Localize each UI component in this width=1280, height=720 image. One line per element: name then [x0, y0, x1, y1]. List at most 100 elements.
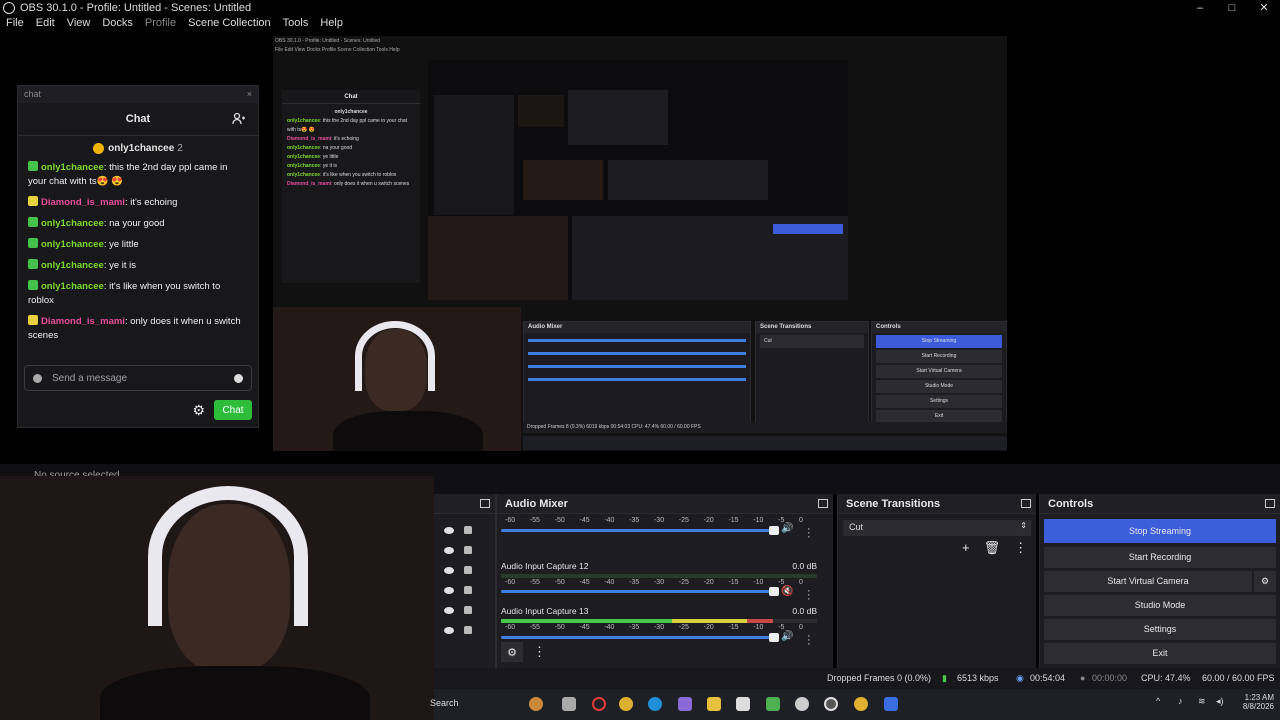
slider-knob[interactable]	[769, 526, 779, 535]
menu-profile[interactable]: Profile	[139, 16, 176, 32]
volume-icon[interactable]: ◂)	[1216, 696, 1224, 707]
clock[interactable]: 1:23 AM 8/8/2026	[1224, 693, 1274, 711]
volume-slider[interactable]	[501, 526, 779, 535]
volume-slider[interactable]	[501, 633, 779, 642]
tick-label: -20	[703, 579, 714, 586]
start-virtual-camera-button[interactable]: Start Virtual Camera	[1044, 571, 1252, 592]
nested-chat-header: Chat	[282, 90, 420, 104]
menu-scene-collection[interactable]: Scene Collection	[182, 16, 271, 32]
users-icon[interactable]	[232, 112, 246, 126]
lock-icon[interactable]	[464, 606, 472, 614]
chat-settings-gear-icon[interactable]: ⚙	[192, 402, 205, 419]
scene-transitions-dock: Scene Transitions Cut ⇕ + 🗑 ⋮	[837, 494, 1036, 668]
lock-icon[interactable]	[464, 526, 472, 534]
undock-icon[interactable]	[1021, 499, 1031, 508]
undock-icon[interactable]	[818, 499, 828, 508]
eye-icon[interactable]	[444, 606, 454, 614]
exit-button[interactable]: Exit	[1044, 643, 1276, 664]
eye-icon[interactable]	[444, 546, 454, 554]
chat-close-icon[interactable]: ×	[247, 89, 252, 100]
emote-icon[interactable]	[234, 373, 243, 383]
undock-icon[interactable]	[1265, 499, 1275, 508]
eye-icon[interactable]	[444, 526, 454, 534]
source-row[interactable]	[434, 600, 495, 620]
minimize-button[interactable]: –	[1184, 0, 1216, 16]
widgets-icon[interactable]	[529, 697, 543, 711]
menu-edit[interactable]: Edit	[30, 16, 55, 32]
settings-button[interactable]: Settings	[1044, 619, 1276, 640]
chat-username[interactable]: Diamond_is_mami	[41, 316, 125, 327]
eye-icon[interactable]	[444, 586, 454, 594]
taskbar-search[interactable]: Search	[430, 698, 459, 708]
nested-slider	[528, 339, 746, 342]
chat-username[interactable]: only1chancee	[41, 239, 104, 250]
eye-icon[interactable]	[444, 626, 454, 634]
file-explorer-icon[interactable]	[707, 697, 721, 711]
chat-username[interactable]: only1chancee	[41, 281, 104, 292]
eye-icon[interactable]	[444, 566, 454, 574]
chrome-icon-2[interactable]	[854, 697, 868, 711]
chat-username[interactable]: only1chancee	[41, 162, 104, 173]
bits-icon[interactable]	[33, 373, 42, 383]
obs-taskbar-icon[interactable]	[824, 697, 838, 711]
microphone-icon[interactable]: ♪	[1178, 696, 1183, 706]
kebab-menu-icon[interactable]: ⋮	[1014, 540, 1027, 556]
chat-send-button[interactable]: Chat	[214, 400, 252, 420]
lock-icon[interactable]	[464, 626, 472, 634]
menu-view[interactable]: View	[61, 16, 91, 32]
speaker-icon[interactable]: 🔊	[781, 523, 793, 534]
kebab-menu-icon[interactable]: · · ·	[807, 524, 811, 543]
opera-icon[interactable]	[592, 697, 606, 711]
slider-knob[interactable]	[769, 587, 779, 596]
lock-icon[interactable]	[464, 586, 472, 594]
pinned-leaderboard[interactable]: only1chancee 2	[18, 136, 258, 161]
speaker-icon[interactable]: 🔊	[781, 631, 793, 642]
chat-username[interactable]: Diamond_is_mami	[41, 197, 125, 208]
source-row[interactable]	[434, 560, 495, 580]
transition-select[interactable]: Cut ⇕	[843, 520, 1031, 536]
wifi-icon[interactable]: ≋	[1198, 696, 1206, 707]
speaker-muted-icon[interactable]: 🔇	[781, 586, 793, 597]
source-row[interactable]	[434, 520, 495, 540]
task-view-icon[interactable]	[562, 697, 576, 711]
trash-icon[interactable]: 🗑	[984, 540, 1001, 556]
source-row[interactable]	[434, 580, 495, 600]
chat-username[interactable]: only1chancee	[41, 218, 104, 229]
tick-label: -60	[505, 579, 516, 586]
app-icon[interactable]	[795, 697, 809, 711]
kebab-menu-icon[interactable]: · · ·	[807, 586, 811, 605]
source-row[interactable]	[434, 540, 495, 560]
undock-icon[interactable]	[480, 499, 490, 508]
lock-icon[interactable]	[464, 566, 472, 574]
maximize-button[interactable]: □	[1216, 0, 1248, 16]
source-row[interactable]	[434, 620, 495, 640]
tick-label: -50	[554, 579, 565, 586]
start-recording-button[interactable]: Start Recording	[1044, 547, 1276, 568]
menu-tools[interactable]: Tools	[277, 16, 309, 32]
add-icon[interactable]: +	[962, 540, 970, 556]
mixer-kebab-menu-icon[interactable]: ⋮	[533, 645, 546, 658]
menu-help[interactable]: Help	[314, 16, 343, 32]
menu-docks[interactable]: Docks	[96, 16, 133, 32]
edge-icon[interactable]	[648, 697, 662, 711]
app-icon-2[interactable]	[884, 697, 898, 711]
slider-knob[interactable]	[769, 633, 779, 642]
tray-chevron-icon[interactable]: ^	[1156, 696, 1160, 706]
kebab-menu-icon[interactable]: · · ·	[807, 631, 811, 650]
virtual-camera-gear-icon[interactable]: ⚙	[1254, 571, 1276, 592]
tick-label: -60	[505, 624, 516, 631]
stop-streaming-button[interactable]: Stop Streaming	[1044, 519, 1276, 543]
minecraft-icon[interactable]	[766, 697, 780, 711]
chevron-updown-icon[interactable]: ⇕	[1020, 521, 1027, 530]
lock-icon[interactable]	[464, 546, 472, 554]
advanced-audio-gear-icon[interactable]: ⚙	[501, 642, 523, 662]
menu-file[interactable]: File	[0, 16, 24, 32]
store-icon[interactable]	[736, 697, 750, 711]
volume-slider[interactable]	[501, 587, 779, 596]
chat-username[interactable]: only1chancee	[41, 260, 104, 271]
close-button[interactable]: ✕	[1248, 0, 1280, 16]
copilot-icon[interactable]	[678, 697, 692, 711]
chat-input[interactable]: Send a message	[24, 365, 252, 391]
studio-mode-button[interactable]: Studio Mode	[1044, 595, 1276, 616]
chrome-icon[interactable]	[619, 697, 633, 711]
